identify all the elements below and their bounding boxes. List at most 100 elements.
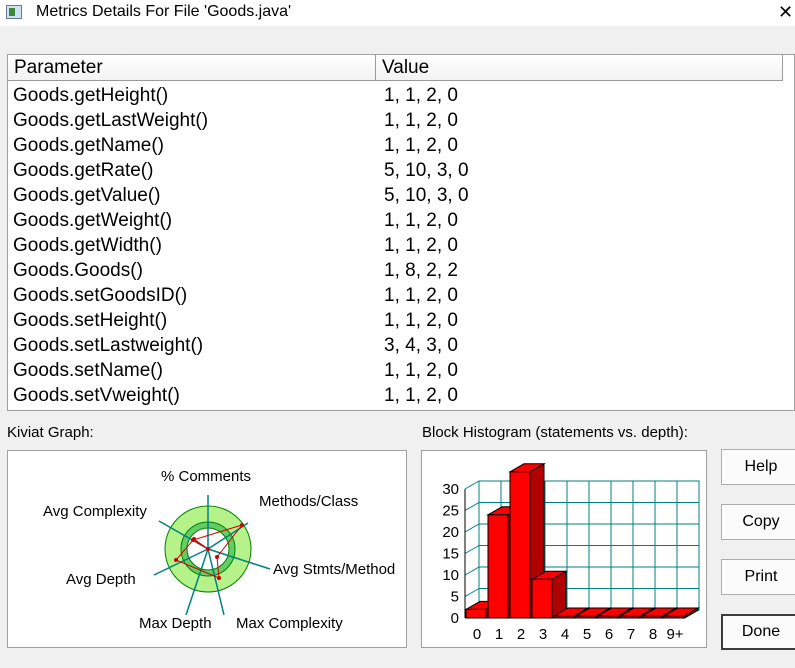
histogram-bar <box>575 615 597 619</box>
kiviat-point <box>215 555 219 559</box>
histogram-grid-line <box>464 566 480 576</box>
histogram-bar <box>663 615 685 619</box>
value-cell: 1, 8, 2, 2 <box>384 260 458 281</box>
block-histogram: 0510152025300 1 2 3 4 5 6 7 8 9+ <box>442 462 700 643</box>
table-body: Goods.getHeight() 1, 1, 2, 0 Goods.getLast… <box>8 83 785 408</box>
value-cell: 1, 1, 2, 0 <box>384 360 458 381</box>
parameter-cell: Goods.getLastWeight() <box>13 110 209 131</box>
value-cell: 1, 1, 2, 0 <box>384 235 458 256</box>
kiviat-axis-label: Max Depth <box>139 615 212 632</box>
kiviat-point <box>206 547 210 551</box>
y-tick-label: 30 <box>442 481 459 498</box>
kiviat-axis-label: % Comments <box>161 468 251 485</box>
parameter-cell: Goods.setHeight() <box>13 310 168 331</box>
value-cell: 3, 4, 3, 0 <box>384 335 458 356</box>
parameter-cell: Goods.getWidth() <box>13 235 162 256</box>
table-row[interactable]: Goods.setName() 1, 1, 2, 0 <box>8 358 785 383</box>
table-row[interactable]: Goods.setGoodsID() 1, 1, 2, 0 <box>8 283 785 308</box>
kiviat-point <box>174 558 178 562</box>
close-icon[interactable]: ✕ <box>776 0 795 26</box>
table-row[interactable]: Goods.getWidth() 1, 1, 2, 0 <box>8 233 785 258</box>
value-cell: 1, 1, 2, 0 <box>384 310 458 331</box>
parameter-cell: Goods.setLastweight() <box>13 335 204 356</box>
histogram-bar <box>597 615 619 619</box>
table-row[interactable]: Goods.getValue() 5, 10, 3, 0 <box>8 183 785 208</box>
value-cell: 1, 1, 2, 0 <box>384 135 458 156</box>
histogram-panel: 0 5 10 15 20 25 30 0 1 2 3 4 5 6 7 8 9+ <box>421 450 707 648</box>
x-tick-label: 5 <box>583 626 591 643</box>
y-tick-label: 5 <box>451 589 459 606</box>
histogram-grid-line <box>464 588 480 597</box>
histogram-grid-line <box>464 480 480 490</box>
kiviat-axis-label: Avg Depth <box>66 571 136 588</box>
histogram-bar <box>619 615 641 619</box>
x-tick-label: 9+ <box>666 626 683 643</box>
x-tick-label: 7 <box>627 626 635 643</box>
x-tick-label: 3 <box>539 626 547 643</box>
histogram-grid-line <box>464 523 480 533</box>
kiviat-point <box>240 523 244 527</box>
histogram-label: Block Histogram (statements vs. depth): <box>422 424 688 441</box>
kiviat-point <box>192 537 196 541</box>
x-tick-label: 2 <box>517 626 525 643</box>
table-row[interactable]: Goods.getName() 1, 1, 2, 0 <box>8 133 785 158</box>
parameter-cell: Goods.getHeight() <box>13 85 169 106</box>
column-header-value[interactable]: Value <box>376 55 783 81</box>
x-tick-label: 0 <box>473 626 481 643</box>
kiviat-label: Kiviat Graph: <box>7 424 94 441</box>
histogram-grid-line <box>464 502 480 511</box>
table-row[interactable]: Goods.setLastweight() 3, 4, 3, 0 <box>8 333 785 358</box>
histogram-bar <box>531 578 553 619</box>
parameter-cell: Goods.getRate() <box>13 160 154 181</box>
done-button[interactable]: Done <box>721 614 795 650</box>
table-row[interactable]: Goods.getWeight() 1, 1, 2, 0 <box>8 208 785 233</box>
table-row[interactable]: Goods.getLastWeight() 1, 1, 2, 0 <box>8 108 785 133</box>
histogram-bar <box>641 615 663 619</box>
kiviat-axis-label: Avg Stmts/Method <box>273 561 395 578</box>
table-row[interactable]: Goods.getRate() 5, 10, 3, 0 <box>8 158 785 183</box>
value-cell: 5, 10, 3, 0 <box>384 160 469 181</box>
kiviat-panel: % Comments Methods/Class Avg Stmts/Metho… <box>7 450 407 648</box>
x-tick-label: 4 <box>561 626 569 643</box>
table-row[interactable]: Goods.getHeight() 1, 1, 2, 0 <box>8 83 785 108</box>
table-row[interactable]: Goods.setHeight() 1, 1, 2, 0 <box>8 308 785 333</box>
parameter-cell: Goods.getWeight() <box>13 210 173 231</box>
title-bar: Metrics Details For File 'Goods.java' ✕ <box>0 0 795 26</box>
y-tick-label: 0 <box>451 610 459 627</box>
kiviat-axis-label: Max Complexity <box>236 615 343 632</box>
copy-button[interactable]: Copy <box>721 504 795 540</box>
histogram-bar <box>487 514 509 619</box>
histogram-bar <box>465 608 487 619</box>
parameter-cell: Goods.getName() <box>13 135 165 156</box>
value-cell: 1, 1, 2, 0 <box>384 210 458 231</box>
y-tick-label: 25 <box>442 503 459 520</box>
x-tick-label: 1 <box>495 626 503 643</box>
histogram-grid-line <box>464 545 480 554</box>
parameter-cell: Goods.getValue() <box>13 185 161 206</box>
value-cell: 1, 1, 2, 0 <box>384 85 458 106</box>
histogram-bar <box>553 615 575 619</box>
table-row[interactable]: Goods.Goods() 1, 8, 2, 2 <box>8 258 785 283</box>
metrics-table[interactable]: Parameter Value Goods.getHeight() 1, 1, 2… <box>7 54 795 411</box>
table-row[interactable]: Goods.setVweight() 1, 1, 2, 0 <box>8 383 785 408</box>
column-header-parameter[interactable]: Parameter <box>8 55 376 81</box>
parameter-cell: Goods.setVweight() <box>13 385 180 406</box>
value-cell: 1, 1, 2, 0 <box>384 110 458 131</box>
value-cell: 5, 10, 3, 0 <box>384 185 469 206</box>
window-title: Metrics Details For File 'Goods.java' <box>36 3 292 20</box>
kiviat-point <box>217 576 221 580</box>
y-tick-label: 10 <box>442 567 459 584</box>
x-tick-label: 6 <box>605 626 613 643</box>
parameter-cell: Goods.setGoodsID() <box>13 285 188 306</box>
x-tick-label: 8 <box>649 626 657 643</box>
kiviat-axis-label: Methods/Class <box>259 493 358 510</box>
value-cell: 1, 1, 2, 0 <box>384 385 458 406</box>
help-button[interactable]: Help <box>721 449 795 485</box>
y-tick-label: 15 <box>442 546 459 563</box>
app-icon <box>6 5 22 19</box>
kiviat-graph: % Comments Methods/Class Avg Stmts/Metho… <box>43 468 395 632</box>
print-button[interactable]: Print <box>721 559 795 595</box>
histogram-bar <box>509 471 531 619</box>
value-cell: 1, 1, 2, 0 <box>384 285 458 306</box>
kiviat-axis-label: Avg Complexity <box>43 503 147 520</box>
